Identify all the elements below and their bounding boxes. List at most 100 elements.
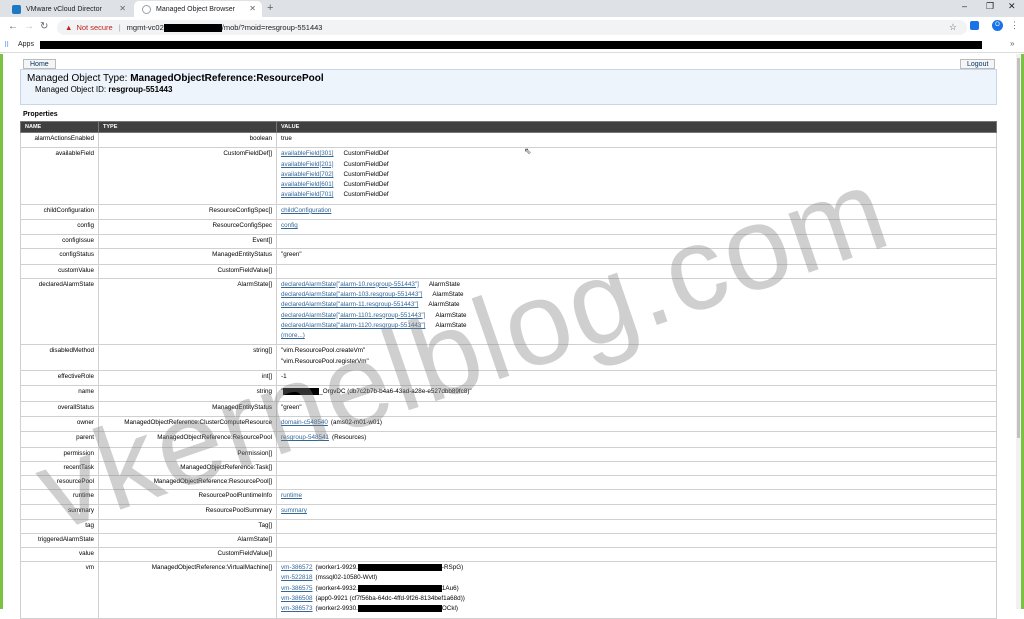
table-row: customValue CustomFieldValue[] — [20, 263, 997, 279]
table-row: childConfiguration ResourceConfigSpec[] ch… — [20, 203, 997, 221]
value-link[interactable]: declaredAlarmState["alarm-1101.resgroup-… — [281, 312, 425, 319]
logout-link[interactable]: Logout — [960, 59, 996, 69]
value-text: CustomFieldDef — [343, 170, 389, 178]
property-type: ResourcePoolSummary — [98, 503, 277, 521]
value-link[interactable]: availableField[201] — [281, 161, 334, 168]
value-link[interactable]: availableField[702] — [281, 171, 334, 178]
extension-icon[interactable] — [970, 21, 979, 30]
value-link[interactable]: declaredAlarmState["alarm-10.resgroup-55… — [281, 281, 419, 288]
value-text-after: -RSpG) — [441, 564, 464, 572]
property-type: Event[] — [98, 234, 277, 250]
value-line: declaredAlarmState["alarm-1120.resgroup-… — [281, 322, 992, 332]
property-name: overallStatus — [20, 400, 99, 417]
maximize-icon[interactable]: ❐ — [986, 1, 994, 12]
value-link[interactable]: availableField[301] — [281, 150, 334, 157]
property-value — [276, 234, 997, 250]
property-name: tag — [20, 519, 99, 535]
value-line: summary — [281, 507, 992, 517]
profile-avatar[interactable]: O — [992, 20, 1003, 31]
value-link[interactable]: availableField[601] — [281, 181, 334, 188]
table-row: declaredAlarmState AlarmState[] declaredAl… — [20, 277, 997, 346]
value-link[interactable]: declaredAlarmState["alarm-11.resgroup-55… — [281, 301, 418, 308]
value-line: declaredAlarmState["alarm-1101.resgroup-… — [281, 312, 992, 322]
object-type-line: Managed Object Type: ManagedObjectRefere… — [27, 73, 324, 84]
table-row: name string " _OrgvDC (db7c2b7b-b4a6-43ad-a… — [20, 385, 997, 402]
close-tab-icon[interactable]: ✕ — [119, 4, 126, 13]
property-value — [276, 474, 997, 490]
value-link[interactable]: vm-522818 — [281, 574, 313, 581]
value-line: childConfiguration — [281, 207, 992, 217]
separator: | — [118, 23, 121, 32]
value-line: (more...) — [281, 332, 992, 342]
value-line: declaredAlarmState["alarm-10.resgroup-55… — [281, 281, 992, 291]
apps-grid-icon: ⠿ — [4, 42, 10, 49]
tab-strip: VMware vCloud Director ✕ Managed Object … — [0, 0, 1024, 17]
value-link[interactable]: declaredAlarmState["alarm-103.resgroup-5… — [281, 291, 422, 298]
property-value: "green" — [276, 248, 997, 265]
property-name: runtime — [20, 488, 99, 505]
page-scrollbar[interactable] — [1016, 54, 1021, 609]
property-name: configIssue — [20, 234, 99, 250]
property-value: resgroup-548541 (Resources) — [276, 431, 997, 448]
table-row: owner ManagedObjectReference:ClusterCompu… — [20, 415, 997, 433]
scrollbar-thumb[interactable] — [1017, 58, 1020, 438]
back-icon[interactable]: ← — [8, 21, 18, 32]
property-name: disabledMethod — [20, 344, 99, 372]
value-link[interactable]: summary — [281, 507, 307, 514]
property-type: AlarmState[] — [98, 277, 277, 346]
value-line: resgroup-548541 (Resources) — [281, 434, 992, 444]
home-link[interactable]: Home — [23, 59, 56, 69]
property-type: CustomFieldValue[] — [98, 263, 277, 279]
tab-managed-object-browser[interactable]: Managed Object Browser ✕ — [134, 1, 262, 17]
minimize-icon[interactable]: – — [962, 1, 967, 11]
value-link[interactable]: runtime — [281, 492, 302, 499]
table-row: summary ResourcePoolSummary summary — [20, 503, 997, 521]
table-row: parent ManagedObjectReference:ResourcePoo… — [20, 431, 997, 448]
property-type: ManagedObjectReference:VirtualMachine[] — [98, 561, 277, 619]
browser-chrome: VMware vCloud Director ✕ Managed Object … — [0, 0, 1024, 54]
table-row: value CustomFieldValue[] — [20, 547, 997, 563]
property-name: owner — [20, 415, 99, 433]
apps-bookmark[interactable]: Apps — [18, 41, 34, 48]
property-name: declaredAlarmState — [20, 277, 99, 346]
object-header: Managed Object Type: ManagedObjectRefere… — [20, 69, 997, 105]
bookmarks-bar: ⠿ Apps » — [0, 38, 1024, 53]
reload-icon[interactable]: ↻ — [40, 21, 48, 32]
table-row: runtime ResourcePoolRuntimeInfo runtime — [20, 488, 997, 505]
object-type-label: Managed Object Type: — [27, 73, 128, 84]
star-icon[interactable]: ☆ — [949, 22, 957, 33]
close-window-icon[interactable]: ✕ — [1008, 1, 1016, 12]
value-link[interactable]: declaredAlarmState["alarm-1120.resgroup-… — [281, 322, 425, 329]
table-row: resourcePool ManagedObjectReference:Resou… — [20, 474, 997, 490]
table-row: alarmActionsEnabled boolean true — [20, 131, 997, 149]
value-link[interactable]: (more...) — [281, 332, 305, 339]
new-tab-icon[interactable]: + — [267, 2, 273, 14]
bookmarks-more-icon[interactable]: » — [1010, 39, 1014, 48]
redacted-text — [357, 564, 442, 572]
property-value: "vim.ResourcePool.createVm" "vim.Resource… — [276, 344, 997, 372]
tab-vcloud-director[interactable]: VMware vCloud Director ✕ — [4, 1, 132, 17]
value-link[interactable]: vm-386575 — [281, 585, 313, 592]
property-name: configStatus — [20, 248, 99, 265]
value-link[interactable]: vm-386508 — [281, 595, 313, 602]
table-row: vm ManagedObjectReference:VirtualMachine[… — [20, 561, 997, 619]
close-tab-icon[interactable]: ✕ — [249, 4, 256, 13]
value-link[interactable]: config — [281, 222, 298, 229]
tab-title: VMware vCloud Director — [26, 5, 102, 13]
url-path: /mob/?moid=resgroup-551443 — [221, 23, 323, 32]
menu-icon[interactable]: ⋮ — [1010, 20, 1019, 31]
value-link[interactable]: childConfiguration — [281, 207, 331, 214]
property-value: childConfiguration — [276, 203, 997, 221]
property-name: alarmActionsEnabled — [20, 131, 99, 149]
address-bar[interactable]: ▲ Not secure | mgmt-vc02 /mob/?moid=resg… — [57, 20, 967, 35]
forward-icon[interactable]: → — [24, 21, 34, 32]
value-text: "green" — [281, 403, 302, 411]
value-link[interactable]: domain-c548540 — [281, 419, 328, 426]
value-line: "vim.ResourcePool.registerVm" — [281, 358, 992, 368]
value-text: "vim.ResourcePool.createVm" — [281, 347, 366, 355]
value-link[interactable]: resgroup-548541 — [281, 434, 329, 441]
value-link[interactable]: vm-386572 — [281, 564, 313, 571]
value-link[interactable]: availableField[701] — [281, 191, 334, 198]
value-text-after: _OrgvDC (db7c2b7b-b4a6-43ad-a28e-e527dbb… — [319, 388, 472, 396]
security-status: Not secure — [76, 23, 113, 32]
